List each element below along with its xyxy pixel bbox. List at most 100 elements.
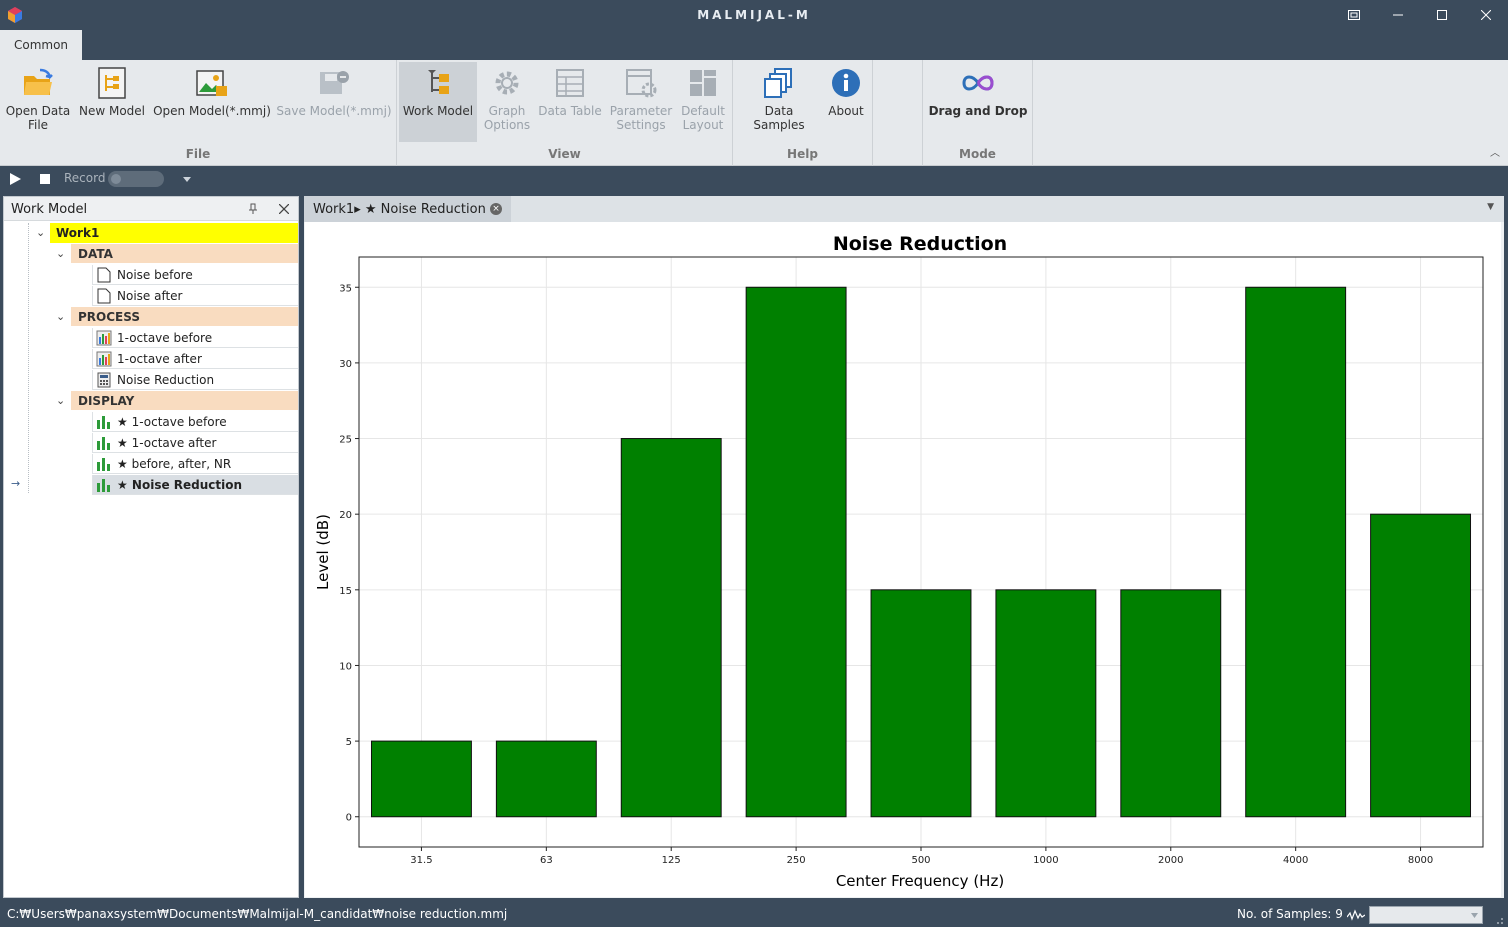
- chevron-down-icon[interactable]: ▼: [1487, 202, 1494, 212]
- chevron-down-icon[interactable]: ⌄: [56, 310, 65, 323]
- minimize-icon: [1393, 14, 1403, 16]
- new-model-icon: [98, 67, 126, 99]
- x-tick-label: 1000: [1033, 855, 1058, 866]
- close-tab-icon[interactable]: ×: [490, 203, 502, 215]
- tree-item-noise-before[interactable]: Noise before: [92, 265, 298, 285]
- bar-4000: [1245, 286, 1347, 818]
- drag-and-drop-label: Drag and Drop: [928, 104, 1028, 118]
- y-tick-label: 35: [339, 283, 352, 294]
- open-data-file-button[interactable]: Open Data File: [4, 62, 72, 142]
- tree-item-label: Noise after: [117, 288, 183, 303]
- record-toggle[interactable]: [108, 171, 164, 187]
- maximize-button[interactable]: [1420, 0, 1464, 30]
- status-selector[interactable]: [1369, 906, 1483, 924]
- ribbon-tab-strip: Common: [0, 30, 1508, 60]
- chevron-down-icon[interactable]: ⌄: [56, 247, 65, 260]
- work-model-button[interactable]: Work Model: [399, 62, 477, 142]
- pin-icon[interactable]: [248, 203, 258, 215]
- document-icon: [97, 267, 111, 282]
- document-tab[interactable]: Work1▸ ★ Noise Reduction ×: [304, 196, 511, 222]
- parameter-settings-button[interactable]: Parameter Settings: [607, 62, 675, 142]
- y-tick-label: 30: [339, 359, 352, 370]
- x-tick-label: 31.5: [410, 855, 432, 866]
- tree-item-display-1-octave-after[interactable]: ★ 1-octave after: [92, 433, 298, 453]
- stop-icon[interactable]: [40, 174, 50, 184]
- tree-root-work1[interactable]: Work1: [50, 223, 298, 243]
- bar-chart-icon: [97, 436, 110, 450]
- data-table-button[interactable]: Data Table: [537, 62, 603, 142]
- x-tick-label: 250: [787, 855, 806, 866]
- x-tick-label: 500: [911, 855, 930, 866]
- tree-item-1-octave-before[interactable]: 1-octave before: [92, 328, 298, 348]
- graph-options-button[interactable]: Graph Options: [479, 62, 535, 142]
- work-model-icon: [428, 70, 449, 94]
- x-axis-ticks: 31.5 63 125 250 500 1000 2000 4000 8000: [410, 847, 1433, 866]
- tree-item-display-before-after-nr[interactable]: ★ before, after, NR: [92, 454, 298, 474]
- chart-area: Noise Reduction 0 5 10 15 20 25 30 35 31.5 63 125…: [305, 222, 1501, 897]
- layout-grid-icon: [690, 70, 716, 96]
- infinity-icon: [962, 75, 994, 91]
- ribbon-group-mode: Drag and Drop Mode: [923, 60, 1033, 166]
- save-model-button[interactable]: Save Model(*.mmj): [276, 62, 392, 142]
- about-label: About: [828, 104, 864, 118]
- work-model-panel: Work Model ⌄ Work1 ⌄ DATA Noise before N…: [3, 196, 299, 898]
- drag-and-drop-button[interactable]: Drag and Drop: [927, 62, 1029, 142]
- tree-item-label: ★ 1-octave after: [117, 435, 217, 450]
- tree-category-process[interactable]: PROCESS: [71, 307, 298, 327]
- y-axis-ticks: 0 5 10 15 20 25 30 35: [339, 283, 359, 824]
- resize-grip-icon[interactable]: [1494, 915, 1504, 925]
- ribbon-spacer: [873, 60, 923, 166]
- close-button[interactable]: [1464, 0, 1508, 30]
- tree-item-1-octave-after[interactable]: 1-octave after: [92, 349, 298, 369]
- tree-item-display-1-octave-before[interactable]: ★ 1-octave before: [92, 412, 298, 432]
- tree-item-noise-reduction-process[interactable]: Noise Reduction: [92, 370, 298, 390]
- open-model-button[interactable]: Open Model(*.mmj): [152, 62, 272, 142]
- data-samples-label: Data Samples: [753, 104, 805, 132]
- panel-title: Work Model: [11, 202, 88, 217]
- x-tick-label: 125: [662, 855, 681, 866]
- maximize-icon: [1437, 10, 1447, 20]
- bar-2000: [1120, 589, 1222, 818]
- new-model-button[interactable]: New Model: [78, 62, 146, 142]
- y-tick-label: 10: [339, 661, 352, 672]
- bar-chart-icon: [97, 415, 110, 429]
- close-panel-icon[interactable]: [279, 204, 289, 214]
- y-tick-label: 0: [346, 813, 352, 824]
- bar-chart-icon: [97, 478, 110, 492]
- gear-icon: [495, 71, 519, 95]
- chevron-down-icon[interactable]: ⌄: [56, 394, 65, 407]
- graph-options-label-2: Options: [483, 118, 531, 132]
- document-tab-strip: Work1▸ ★ Noise Reduction × ▼: [304, 196, 1504, 222]
- chevron-down-icon[interactable]: ⌄: [36, 226, 45, 239]
- default-layout-button[interactable]: Default Layout: [675, 62, 731, 142]
- bar-500: [870, 589, 972, 818]
- graph-options-label: Graph: [488, 104, 526, 118]
- ribbon-collapse-icon[interactable]: ︿: [1490, 144, 1500, 159]
- tree-guide: [28, 223, 29, 493]
- tree-item-noise-after[interactable]: Noise after: [92, 286, 298, 306]
- title-bar: MALMIJAL-M: [0, 0, 1508, 30]
- y-tick-label: 5: [346, 737, 352, 748]
- record-label: Record: [64, 171, 106, 185]
- tree-item-display-noise-reduction[interactable]: ★ Noise Reduction: [92, 475, 298, 495]
- default-layout-label: Default: [681, 104, 725, 118]
- tree-category-data[interactable]: DATA: [71, 244, 298, 264]
- minimize-button[interactable]: [1376, 0, 1420, 30]
- bar-250: [745, 286, 847, 818]
- tab-common[interactable]: Common: [0, 30, 82, 60]
- noise-reduction-chart: Noise Reduction 0 5 10 15 20 25 30 35 31.5 63 125…: [314, 233, 1484, 890]
- waveform-icon: [1347, 909, 1365, 921]
- bar-63: [495, 740, 597, 818]
- open-folder-icon: [24, 68, 53, 95]
- table-icon: [556, 69, 584, 97]
- restore-layout-button[interactable]: [1332, 0, 1376, 30]
- tree-category-display[interactable]: DISPLAY: [71, 391, 298, 411]
- chevron-down-icon[interactable]: [183, 177, 191, 182]
- play-icon[interactable]: [10, 173, 21, 185]
- document-area: Work1▸ ★ Noise Reduction × ▼ Noise Reduc…: [304, 196, 1504, 898]
- open-data-file-label-2: File: [27, 118, 49, 132]
- data-samples-button[interactable]: Data Samples: [739, 62, 819, 142]
- save-model-label: Save Model(*.mmj): [276, 104, 392, 118]
- bar-31.5: [370, 740, 472, 818]
- about-button[interactable]: About: [823, 62, 869, 142]
